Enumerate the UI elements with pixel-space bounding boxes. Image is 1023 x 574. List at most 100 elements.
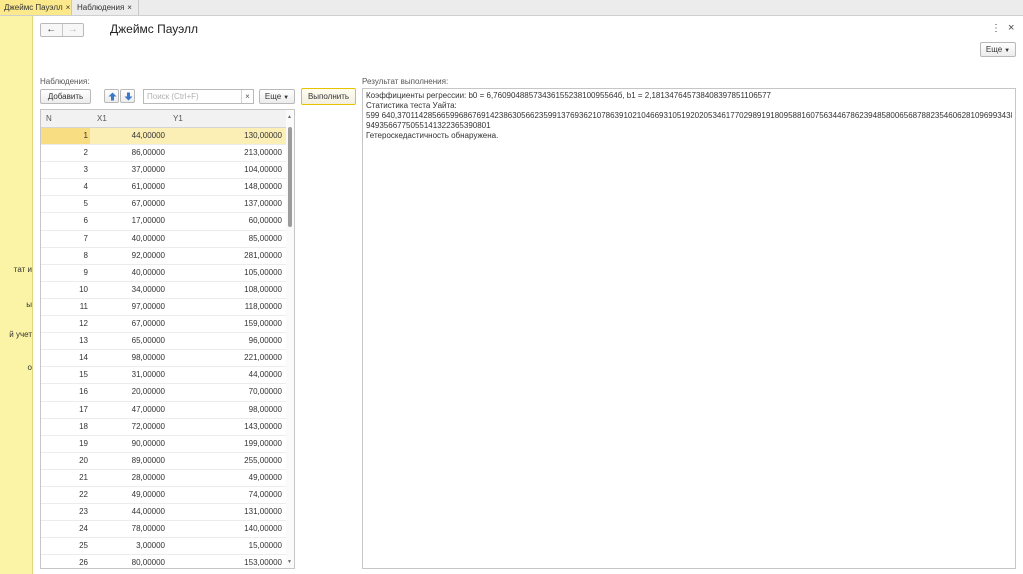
cell-y1: 143,00000 [244, 421, 282, 431]
table-row[interactable]: 1 44,00000 130,00000 [41, 128, 286, 146]
table-row[interactable]: 3 37,00000 104,00000 [41, 162, 286, 180]
table-row[interactable]: 23 44,00000 131,00000 [41, 504, 286, 522]
table-row[interactable]: 25 3,00000 15,00000 [41, 538, 286, 556]
cell-y1: 105,00000 [244, 267, 282, 277]
close-icon[interactable]: × [66, 3, 71, 12]
section-item[interactable]: тат и [0, 265, 32, 274]
cell-x1: 28,00000 [131, 472, 165, 482]
vertical-scrollbar[interactable]: ▲ ▼ [286, 110, 294, 568]
table-row[interactable]: 10 34,00000 108,00000 [41, 282, 286, 299]
table-row[interactable]: 9 40,00000 105,00000 [41, 265, 286, 282]
cell-y1: 70,00000 [248, 387, 282, 397]
close-icon[interactable]: × [1008, 22, 1014, 34]
section-panel: тат и ы й учет о [0, 16, 33, 574]
cell-y1: 221,00000 [244, 353, 282, 363]
table-row[interactable]: 13 65,00000 96,00000 [41, 333, 286, 351]
cell-n: 12 [79, 319, 88, 329]
execute-button[interactable]: Выполнить [301, 88, 356, 105]
table-row[interactable]: 19 90,00000 199,00000 [41, 436, 286, 453]
table-row[interactable]: 17 47,00000 98,00000 [41, 402, 286, 419]
table-row[interactable]: 22 49,00000 74,00000 [41, 487, 286, 505]
cell-n: 9 [83, 267, 88, 277]
cell-y1: 140,00000 [244, 524, 282, 534]
cell-x1: 37,00000 [131, 165, 165, 175]
cell-x1: 47,00000 [131, 404, 165, 414]
scrollbar-thumb[interactable] [288, 127, 292, 227]
table-row[interactable]: 21 28,00000 49,00000 [41, 470, 286, 487]
back-arrow-icon[interactable]: ← [41, 24, 63, 36]
arrow-up-icon [108, 92, 117, 101]
result-line: 9493566775055141322365390801 [366, 121, 491, 130]
result-textarea[interactable]: Коэффициенты регрессии: b0 = 6,760904885… [362, 88, 1016, 569]
cell-y1: 213,00000 [244, 148, 282, 158]
header-more-button[interactable]: Еще ▼ [980, 42, 1016, 57]
cell-n: 7 [83, 233, 88, 243]
kebab-menu-icon[interactable]: ⋮ [991, 23, 1001, 34]
table-row[interactable]: 26 80,00000 153,00000 [41, 555, 286, 568]
cell-x1: 90,00000 [131, 438, 165, 448]
cell-x1: 98,00000 [131, 353, 165, 363]
tab-nablyudeniya[interactable]: Наблюдения × [73, 0, 139, 15]
table-row[interactable]: 16 20,00000 70,00000 [41, 384, 286, 402]
column-header-y1[interactable]: Y1 [173, 110, 183, 127]
cell-x1: 3,00000 [136, 541, 165, 551]
table-row[interactable]: 18 72,00000 143,00000 [41, 419, 286, 436]
table-more-button[interactable]: Еще ▼ [259, 89, 295, 104]
forward-arrow-icon[interactable]: → [63, 24, 84, 36]
cell-n: 16 [79, 387, 88, 397]
cell-y1: 137,00000 [244, 199, 282, 209]
cell-y1: 85,00000 [248, 233, 282, 243]
close-icon[interactable]: × [127, 3, 132, 12]
cell-n: 5 [83, 199, 88, 209]
add-button[interactable]: Добавить [40, 89, 91, 104]
cell-y1: 60,00000 [248, 216, 282, 226]
cell-y1: 74,00000 [248, 489, 282, 499]
clear-search-icon[interactable]: × [241, 90, 253, 103]
section-item[interactable]: й учет [0, 330, 32, 339]
result-line: Гетероскедастичность обнаружена. [366, 131, 499, 140]
table-row[interactable]: 8 92,00000 281,00000 [41, 248, 286, 265]
table-row[interactable]: 12 67,00000 159,00000 [41, 316, 286, 334]
cell-x1: 17,00000 [131, 216, 165, 226]
scroll-up-icon[interactable]: ▲ [287, 114, 292, 120]
search-input[interactable] [144, 90, 243, 103]
move-up-button[interactable] [104, 89, 119, 103]
column-header-n[interactable]: N [46, 110, 52, 127]
table-row[interactable]: 6 17,00000 60,00000 [41, 213, 286, 231]
cell-x1: 65,00000 [131, 336, 165, 346]
cell-n: 26 [79, 558, 88, 568]
cell-x1: 20,00000 [131, 387, 165, 397]
cell-x1: 80,00000 [131, 558, 165, 568]
cell-y1: 104,00000 [244, 165, 282, 175]
cell-x1: 31,00000 [131, 370, 165, 380]
cell-n: 21 [79, 472, 88, 482]
table-row[interactable]: 2 86,00000 213,00000 [41, 145, 286, 163]
result-line: 599 640,37011428566599686769142386305662… [366, 111, 1012, 120]
scroll-down-icon[interactable]: ▼ [287, 559, 292, 565]
cell-n: 3 [83, 165, 88, 175]
cell-x1: 67,00000 [131, 319, 165, 329]
table-row[interactable]: 11 97,00000 118,00000 [41, 299, 286, 317]
cell-n: 14 [79, 353, 88, 363]
cell-y1: 49,00000 [248, 472, 282, 482]
cell-n: 25 [79, 541, 88, 551]
section-item[interactable]: ы [0, 300, 32, 309]
table-row[interactable]: 4 61,00000 148,00000 [41, 179, 286, 197]
table-row[interactable]: 7 40,00000 85,00000 [41, 231, 286, 248]
result-line: Коэффициенты регрессии: b0 = 6,760904885… [366, 91, 771, 100]
column-header-x1[interactable]: X1 [97, 110, 107, 127]
table-row[interactable]: 15 31,00000 44,00000 [41, 367, 286, 385]
cell-y1: 131,00000 [244, 507, 282, 517]
table-row[interactable]: 20 89,00000 255,00000 [41, 453, 286, 470]
move-down-button[interactable] [120, 89, 135, 103]
table-row[interactable]: 5 67,00000 137,00000 [41, 196, 286, 214]
tab-dzheims-pauell[interactable]: Джеймс Пауэлл × [0, 0, 72, 15]
section-item[interactable]: о [0, 363, 32, 372]
arrow-down-icon [124, 92, 133, 101]
table-row[interactable]: 14 98,00000 221,00000 [41, 350, 286, 368]
table-row[interactable]: 24 78,00000 140,00000 [41, 521, 286, 539]
table-body: 1 44,00000 130,00000 2 86,00000 213,00000 3 37,… [41, 128, 286, 568]
tab-label: Джеймс Пауэлл [4, 3, 63, 12]
caret-down-icon: ▼ [1004, 48, 1011, 54]
cell-x1: 78,00000 [131, 524, 165, 534]
